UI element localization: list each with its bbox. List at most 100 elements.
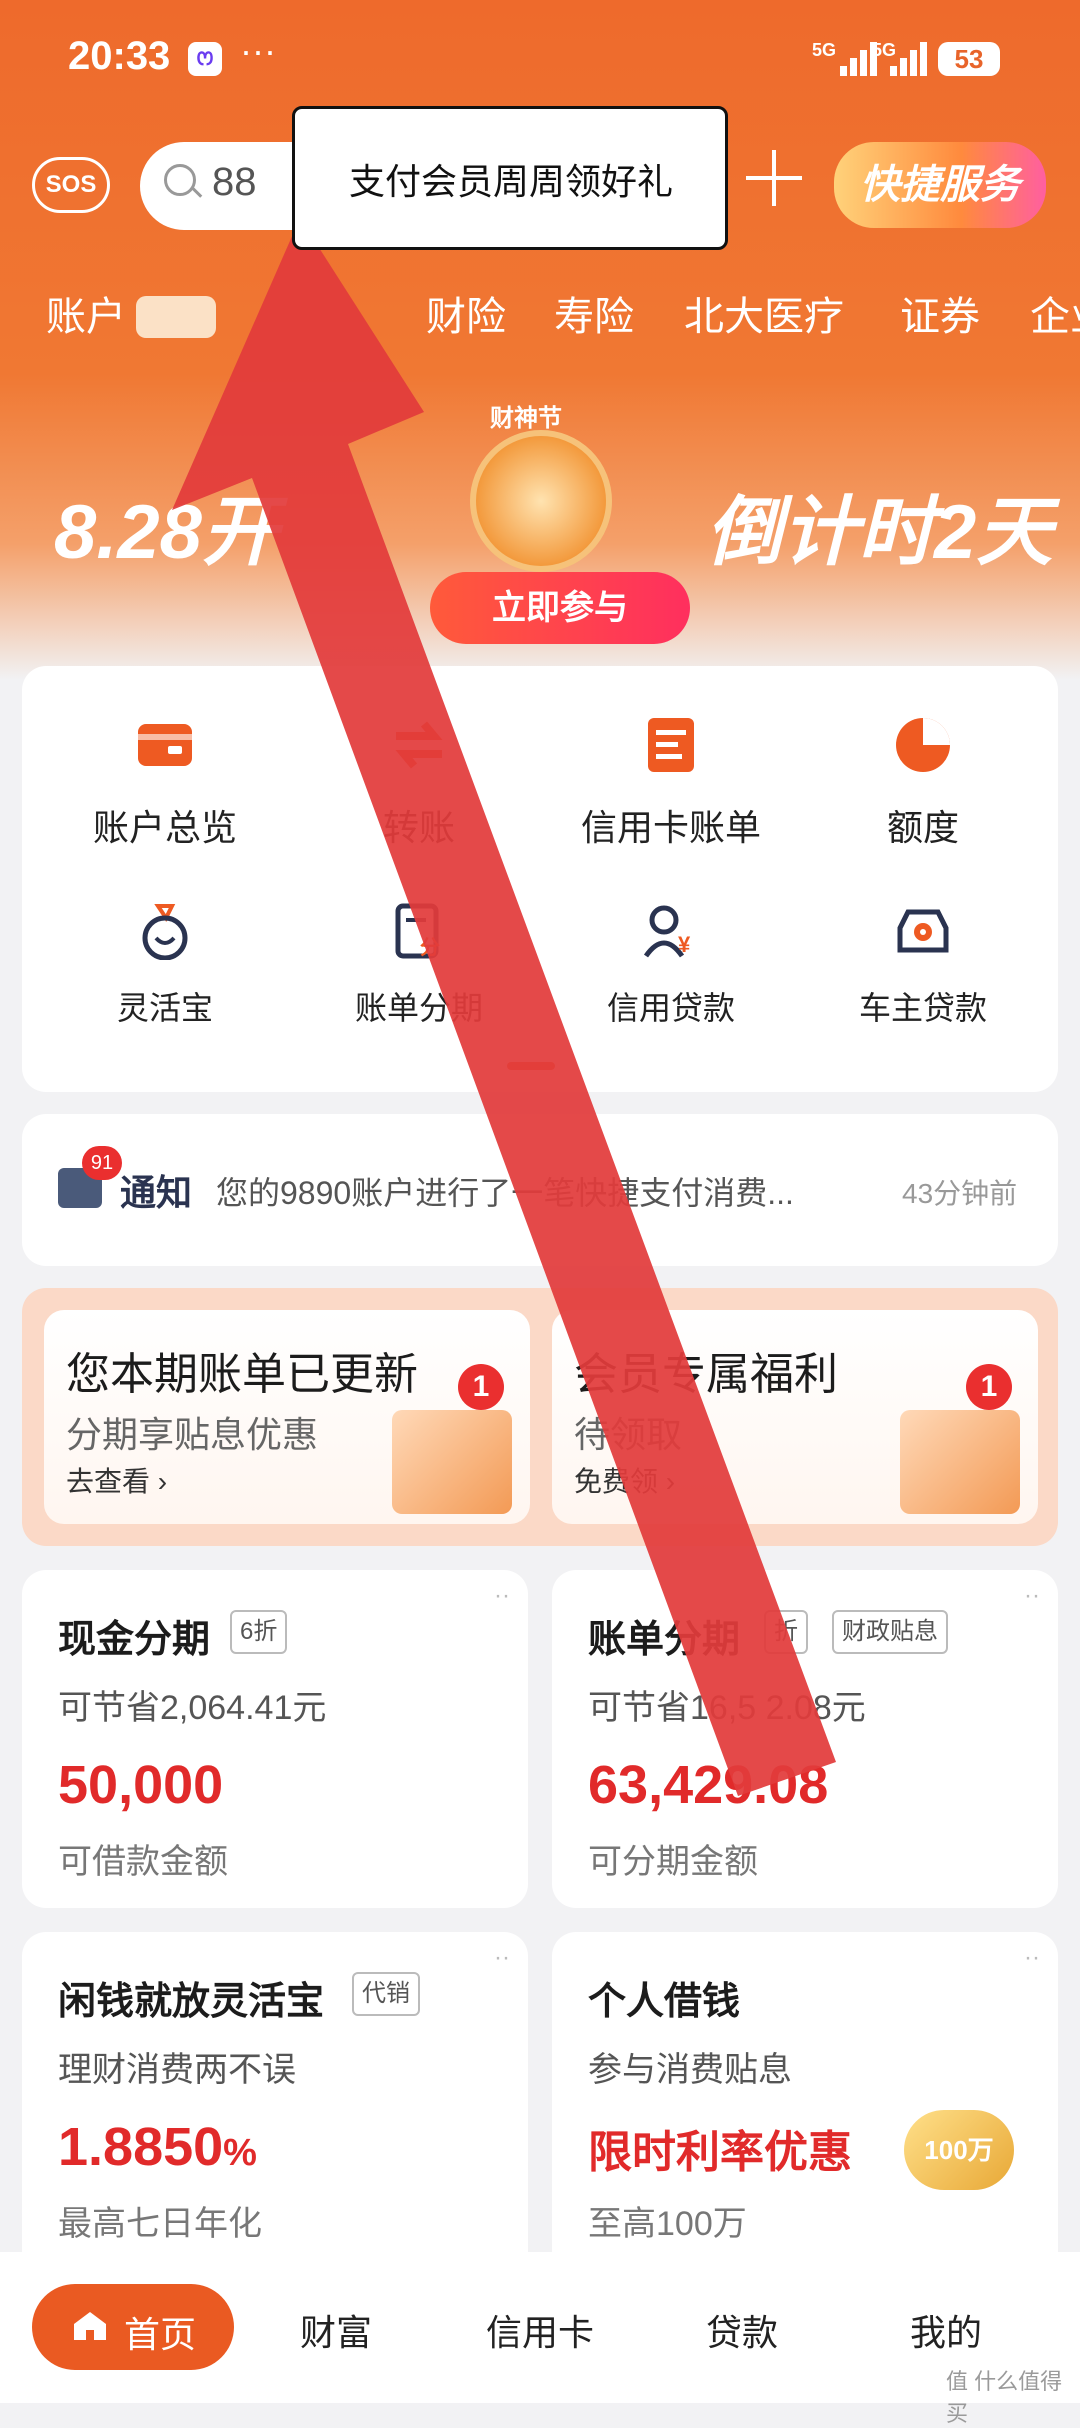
more-icon[interactable]: ·· — [1024, 1944, 1040, 1972]
rate-label: 最高七日年化 — [58, 2205, 262, 2243]
grid-item-label: 车主贷款 — [858, 990, 987, 1026]
app-notification-icon: ꯁ — [188, 42, 222, 76]
notification-count-badge: 91 — [82, 1146, 122, 1180]
savings-text: 可节省2,064.41元 — [58, 1689, 327, 1727]
nav-wealth[interactable]: 财富 — [300, 2304, 372, 2356]
grid-item-bill-installment[interactable]: 分 账单分期 — [294, 902, 544, 1029]
svg-text:分: 分 — [420, 936, 440, 959]
card-subtitle: 理财消费两不误 — [58, 2051, 296, 2089]
grid-item-credit-limit[interactable]: 额度 — [798, 716, 1048, 851]
grid-item-label: 信用卡账单 — [580, 807, 761, 848]
loan-amount: 50,000 — [58, 1755, 224, 1815]
bottom-navigation: 首页 财富 信用卡 贷款 我的 — [0, 2252, 1080, 2403]
grid-item-flexible-treasure[interactable]: 灵活宝 — [40, 902, 290, 1029]
nav-loan[interactable]: 贷款 — [706, 2304, 778, 2356]
sos-button[interactable]: SOS — [32, 157, 110, 213]
svg-text:¥: ¥ — [678, 932, 691, 957]
notification-title: 通知 — [120, 1172, 193, 1213]
card-title: 闲钱就放灵活宝 — [58, 1981, 325, 2023]
limit-label: 至高100万 — [588, 2205, 747, 2243]
grid-item-car-loan[interactable]: 车主贷款 — [798, 902, 1048, 1029]
banner-countdown-text: 倒计时2天 — [706, 490, 1053, 575]
promo-link[interactable]: 免费领 › — [574, 1460, 675, 1500]
grid-item-credit-card-bill[interactable]: 信用卡账单 — [546, 716, 796, 851]
bill-icon — [648, 718, 694, 772]
card-title: 账单分期 — [588, 1619, 741, 1661]
signal-bars-icon-2 — [876, 40, 927, 76]
grid-item-label: 额度 — [886, 807, 959, 848]
bill-updated-card[interactable]: 您本期账单已更新 分期享贴息优惠 去查看 › 1 — [44, 1310, 530, 1524]
status-bar: 20:33 ꯁ ··· 5G 5G 53 — [0, 0, 1080, 110]
agency-tag: 代销 — [352, 1972, 420, 2016]
yield-rate-percent: % — [223, 2132, 257, 2174]
grid-item-account-overview[interactable]: 账户总览 — [40, 716, 290, 851]
watermark: 值 什么值得买 — [946, 2369, 1063, 2426]
fiscal-subsidy-tag: 财政贴息 — [832, 1610, 948, 1654]
tab-account[interactable]: 账户 — [46, 284, 126, 342]
signal-bars-icon-1 — [826, 40, 877, 76]
loan-icon: ¥ — [643, 905, 691, 958]
promo-link[interactable]: 去查看 › — [66, 1460, 167, 1500]
yield-rate: 1.8850% — [58, 2116, 257, 2178]
tab-life-insurance[interactable]: 寿险 — [554, 284, 634, 342]
card-subtitle: 参与消费贴息 — [588, 2051, 792, 2089]
more-icon[interactable]: ·· — [1024, 1582, 1040, 1610]
nav-home[interactable]: 首页 — [32, 2284, 234, 2370]
card-title: 现金分期 — [58, 1619, 211, 1661]
bill-installment-card[interactable]: ·· 账单分期 折 财政贴息 可节省16,5 2.08元 63,429.08 可… — [552, 1570, 1058, 1908]
search-icon — [164, 164, 196, 196]
promo-badge: 1 — [458, 1364, 504, 1410]
nav-mine[interactable]: 我的 — [910, 2304, 982, 2356]
home-icon — [74, 2312, 106, 2340]
car-icon — [897, 909, 949, 953]
rate-promo-text: 限时利率优惠 — [588, 2128, 852, 2177]
personal-loan-card[interactable]: ·· 个人借钱 参与消费贴息 限时利率优惠 至高100万 100万 — [552, 1932, 1058, 2252]
tab-enterprise[interactable]: 企业 — [1030, 284, 1080, 342]
quick-actions-card: 账户总览 转账 信用卡账单 额度 灵活宝 分 账单分期 ¥ 信用贷款 车主贷款 — [22, 666, 1058, 1092]
member-benefits-card[interactable]: 会员专属福利 待领取 免费领 › 1 — [552, 1310, 1038, 1524]
installment-amount: 63,429.08 — [588, 1755, 829, 1815]
amount-label: 可借款金额 — [58, 1843, 228, 1881]
quick-service-button[interactable]: 快捷服务 — [834, 142, 1046, 228]
more-notifications-icon: ··· — [240, 30, 276, 71]
tab-property-insurance[interactable]: 财险 — [426, 284, 506, 342]
more-icon[interactable]: ·· — [494, 1582, 510, 1610]
tab-securities[interactable]: 证券 — [900, 284, 980, 342]
grid-item-label: 转账 — [382, 807, 455, 848]
promo-title: 您本期账单已更新 — [66, 1350, 418, 1399]
page-indicator — [507, 1062, 555, 1070]
cash-installment-card[interactable]: ·· 现金分期 6折 可节省2,064.41元 50,000 可借款金额 — [22, 1570, 528, 1908]
pie-icon — [896, 718, 950, 772]
status-time: 20:33 — [68, 34, 171, 78]
grid-item-label: 灵活宝 — [116, 990, 213, 1026]
search-value: 88 — [212, 160, 257, 204]
yield-rate-value: 1.8850 — [58, 2117, 224, 2177]
grid-item-label: 信用贷款 — [606, 990, 735, 1026]
grid-item-credit-loan[interactable]: ¥ 信用贷款 — [546, 902, 796, 1029]
gift-wallet-illustration-icon — [900, 1410, 1020, 1514]
tab-pku-healthcare[interactable]: 北大医疗 — [684, 284, 844, 342]
promo-subtitle: 待领取 — [574, 1414, 683, 1455]
notification-bar[interactable]: 91 通知 您的9890账户进行了一笔快捷支付消费... 43分钟前 — [22, 1114, 1058, 1266]
savings-text: 可节省16,5 2.08元 — [588, 1689, 866, 1727]
more-icon[interactable]: ·· — [494, 1944, 510, 1972]
grid-item-transfer[interactable]: 转账 — [294, 716, 544, 851]
alarm-clock-icon — [470, 430, 612, 572]
tooltip-text: 支付会员周周领好礼 — [349, 161, 674, 202]
promo-title: 会员专属福利 — [574, 1350, 838, 1399]
join-now-button[interactable]: 立即参与 — [430, 572, 690, 644]
discount-tag: 折 — [764, 1610, 808, 1654]
transfer-icon — [395, 721, 443, 769]
discount-tag: 6折 — [230, 1610, 288, 1654]
amount-label: 可分期金额 — [588, 1843, 758, 1881]
grid-item-label: 账单分期 — [354, 990, 483, 1026]
notification-time: 43分钟前 — [902, 1178, 1018, 1209]
add-icon[interactable] — [746, 150, 802, 206]
promo-banner[interactable]: 财神节 8.28开 倒计时2天 立即参与 — [0, 370, 1080, 670]
flexible-treasure-card[interactable]: ·· 闲钱就放灵活宝 代销 理财消费两不误 1.8850% 最高七日年化 — [22, 1932, 528, 2252]
promo-badge: 1 — [966, 1364, 1012, 1410]
wallet-icon — [138, 724, 192, 766]
nav-credit-card[interactable]: 信用卡 — [486, 2304, 594, 2356]
grid-item-label: 账户总览 — [92, 807, 237, 848]
banner-small-text: 财神节 — [490, 405, 562, 432]
